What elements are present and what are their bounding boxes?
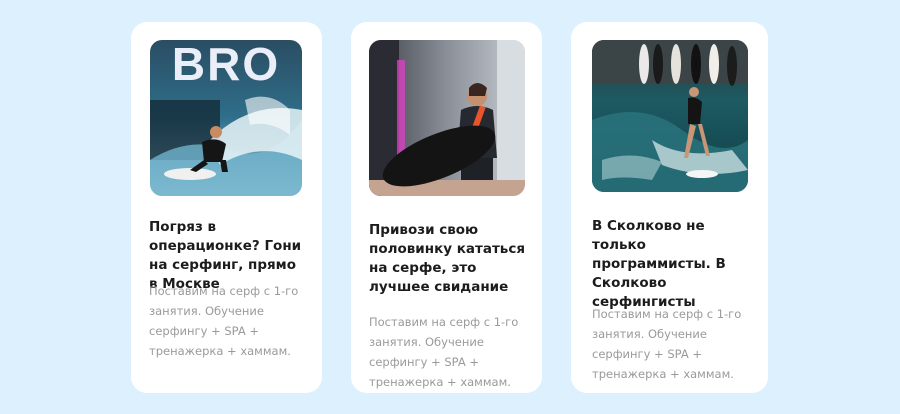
card-description: Поставим на серф с 1-го занятия. Обучени… (369, 315, 519, 389)
card-photo-woman-with-surfboard (369, 40, 525, 196)
card-description: Поставим на серф с 1-го занятия. Обучени… (592, 307, 742, 381)
article-card-surfing-date[interactable]: Привози свою половинку кататься на серфе… (351, 22, 542, 393)
card-description: Поставим на серф с 1-го занятия. Обучени… (149, 284, 299, 358)
card-photo-surfer-wave: BRO (150, 40, 302, 196)
card-title[interactable]: В Сколково не только программисты. В Ско… (592, 217, 754, 312)
card-photo-surfer-skolkovo (592, 40, 748, 192)
bro-logo-lettering: BRO (172, 40, 280, 90)
article-card-surfing-moscow[interactable]: BRO Погряз в операционке? Гони на серфин… (131, 22, 322, 393)
card-title[interactable]: Привози свою половинку кататься на серфе… (369, 221, 528, 297)
article-card-skolkovo-surfers[interactable]: В Сколково не только программисты. В Ско… (571, 22, 768, 393)
